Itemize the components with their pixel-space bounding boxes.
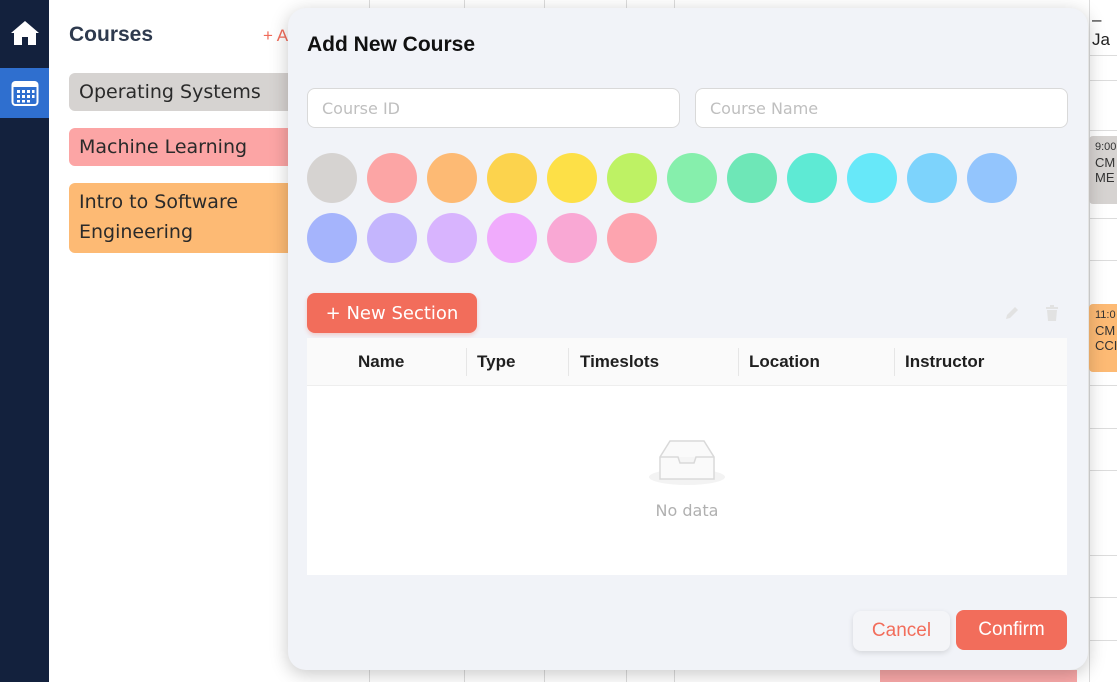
cancel-button[interactable]: Cancel	[853, 611, 950, 651]
column-header-location[interactable]: Location	[749, 338, 820, 386]
add-course-link[interactable]: + A	[263, 26, 288, 46]
empty-state-text: No data	[655, 501, 719, 520]
delete-icon[interactable]	[1043, 304, 1061, 322]
course-card[interactable]: Intro to Software Engineering	[69, 183, 309, 253]
confirm-button[interactable]: Confirm	[956, 610, 1067, 650]
color-swatch[interactable]	[427, 153, 477, 203]
color-swatch[interactable]	[607, 153, 657, 203]
color-swatch[interactable]	[487, 213, 537, 263]
course-card[interactable]: Operating Systems	[69, 73, 309, 111]
color-swatch[interactable]	[667, 153, 717, 203]
add-course-modal: Add New Course + New Section Name Type T…	[288, 8, 1088, 670]
color-swatch[interactable]	[967, 153, 1017, 203]
nav-calendar-button[interactable]	[0, 68, 49, 118]
event-line: CM	[1095, 155, 1116, 170]
side-nav	[0, 0, 49, 682]
column-header-name[interactable]: Name	[358, 338, 404, 386]
color-swatch[interactable]	[547, 153, 597, 203]
color-swatch[interactable]	[487, 153, 537, 203]
column-header-type[interactable]: Type	[477, 338, 515, 386]
color-swatch[interactable]	[307, 153, 357, 203]
course-name-input[interactable]	[695, 88, 1068, 128]
modal-title: Add New Course	[307, 33, 476, 56]
event-time: 9:00	[1095, 141, 1117, 153]
home-icon	[10, 21, 39, 45]
event-time: 11:0	[1095, 309, 1116, 321]
event-line: ME	[1095, 170, 1115, 185]
courses-title: Courses	[69, 23, 154, 46]
course-id-input[interactable]	[307, 88, 680, 128]
table-header: Name Type Timeslots Location Instructor	[307, 338, 1067, 386]
edit-icon[interactable]	[1003, 304, 1021, 322]
event-line: CCI	[1095, 338, 1117, 353]
calendar-event[interactable]	[880, 670, 1077, 682]
calendar-event[interactable]: 9:00 CM ME	[1089, 136, 1117, 204]
event-line: CM	[1095, 323, 1116, 338]
calendar-event[interactable]: 11:0 CM CCI	[1089, 304, 1117, 372]
color-swatch[interactable]	[607, 213, 657, 263]
color-swatch[interactable]	[547, 213, 597, 263]
color-swatch[interactable]	[727, 153, 777, 203]
column-header-instructor[interactable]: Instructor	[905, 338, 984, 386]
nav-home-button[interactable]	[0, 8, 49, 58]
course-card[interactable]: Machine Learning	[69, 128, 309, 166]
color-swatch[interactable]	[367, 213, 417, 263]
calendar-icon	[11, 81, 38, 106]
color-swatch[interactable]	[307, 213, 357, 263]
calendar-date-range: – Ja	[1092, 10, 1110, 49]
sections-table: Name Type Timeslots Location Instructor …	[307, 338, 1067, 575]
color-swatch[interactable]	[427, 213, 477, 263]
color-swatch[interactable]	[367, 153, 417, 203]
color-swatch[interactable]	[847, 153, 897, 203]
color-swatch[interactable]	[907, 153, 957, 203]
new-section-button[interactable]: + New Section	[307, 293, 477, 333]
column-header-timeslots[interactable]: Timeslots	[580, 338, 659, 386]
color-swatch[interactable]	[787, 153, 837, 203]
empty-inbox-icon	[646, 435, 728, 491]
